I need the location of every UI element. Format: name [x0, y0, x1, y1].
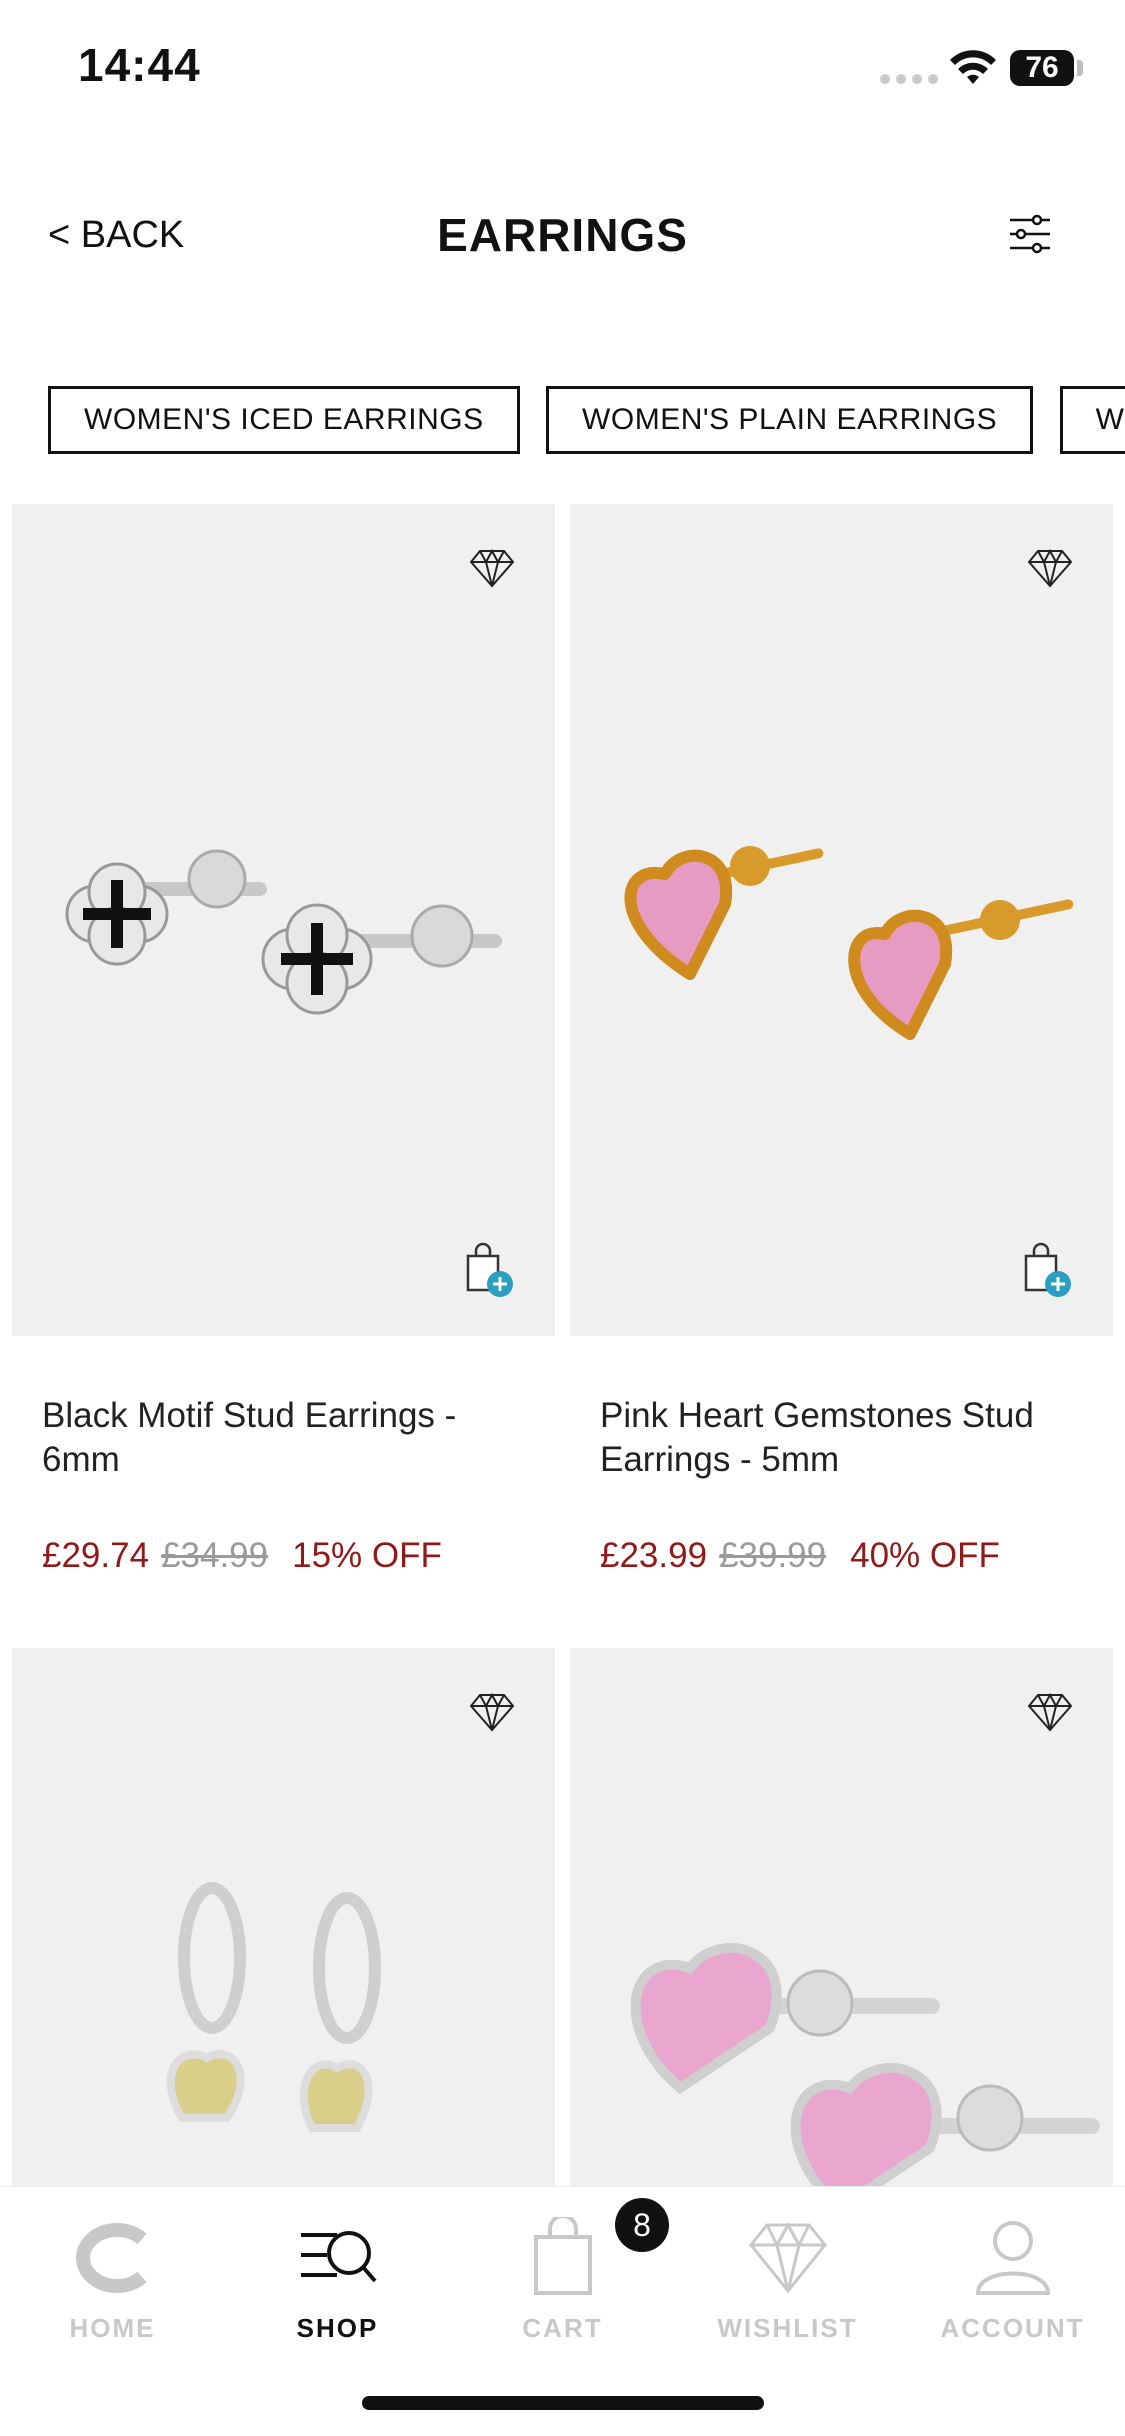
user-icon	[975, 2221, 1051, 2295]
pink-heart-earrings-image	[624, 846, 1074, 1040]
filter-icon[interactable]	[1006, 210, 1054, 258]
chip-womens-more[interactable]: WOMEN'S	[1059, 386, 1125, 454]
shop-search-icon	[301, 2231, 377, 2283]
home-logo-icon	[76, 2223, 147, 2293]
black-motif-earrings-image	[65, 849, 502, 1015]
product-card[interactable]: Pink Heart Gemstones Stud Earrings - 5mm…	[570, 504, 1113, 1575]
nav-home[interactable]: HOME	[0, 2187, 225, 2367]
shopping-bag-icon	[534, 2217, 592, 2295]
cellular-signal-icon	[880, 74, 938, 84]
price-original: £39.99	[719, 1536, 827, 1575]
product-price: £23.99 £39.99 40% OFF	[600, 1536, 1000, 1576]
nav-wishlist-label: WISHLIST	[717, 2313, 858, 2343]
cart-count-badge: 8	[615, 2198, 669, 2252]
discount-label: 15% OFF	[292, 1536, 442, 1575]
header: < BACK EARRINGS	[0, 180, 1125, 290]
page-title: EARRINGS	[437, 209, 688, 261]
battery-icon: 76	[1010, 50, 1074, 86]
product-image[interactable]	[12, 504, 555, 1336]
discount-label: 40% OFF	[850, 1536, 1000, 1575]
wishlist-diamond-icon[interactable]	[1027, 1692, 1073, 1732]
price-current: £29.74	[42, 1536, 150, 1575]
nav-account[interactable]: ACCOUNT	[900, 2187, 1125, 2367]
category-chips: WOMEN'S ICED EARRINGS WOMEN'S PLAIN EARR…	[48, 386, 1125, 456]
product-price: £29.74 £34.99 15% OFF	[42, 1536, 442, 1576]
wishlist-diamond-icon[interactable]	[469, 548, 515, 588]
screen: 14:44 76 < BACK EARRINGS WOMEN'S ICED EA…	[0, 0, 1125, 2436]
status-bar: 14:44 76	[0, 0, 1125, 140]
nav-cart-label: CART	[522, 2313, 603, 2343]
diamond-icon	[749, 2221, 827, 2294]
status-time: 14:44	[78, 39, 201, 91]
nav-home-label: HOME	[69, 2313, 156, 2343]
add-to-cart-icon[interactable]	[1023, 1242, 1073, 1298]
product-image[interactable]	[570, 504, 1113, 1336]
product-card[interactable]: Black Motif Stud Earrings - 6mm £29.74 £3…	[12, 504, 555, 1575]
chip-womens-iced-earrings[interactable]: WOMEN'S ICED EARRINGS	[48, 386, 520, 454]
product-name[interactable]: Pink Heart Gemstones Stud Earrings - 5mm	[600, 1394, 1100, 1482]
nav-wishlist[interactable]: WISHLIST	[675, 2187, 900, 2367]
price-current: £23.99	[600, 1536, 708, 1575]
wishlist-diamond-icon[interactable]	[1027, 548, 1073, 588]
add-to-cart-icon[interactable]	[465, 1242, 515, 1298]
home-indicator	[362, 2396, 764, 2410]
nav-shop-label: SHOP	[296, 2313, 379, 2343]
nav-shop[interactable]: SHOP	[225, 2187, 450, 2367]
nav-account-label: ACCOUNT	[940, 2313, 1085, 2343]
battery-tip	[1077, 60, 1083, 76]
price-original: £34.99	[161, 1536, 269, 1575]
product-name[interactable]: Black Motif Stud Earrings - 6mm	[42, 1394, 542, 1482]
wifi-icon	[950, 50, 996, 84]
wishlist-diamond-icon[interactable]	[469, 1692, 515, 1732]
chip-womens-plain-earrings[interactable]: WOMEN'S PLAIN EARRINGS	[546, 386, 1034, 454]
